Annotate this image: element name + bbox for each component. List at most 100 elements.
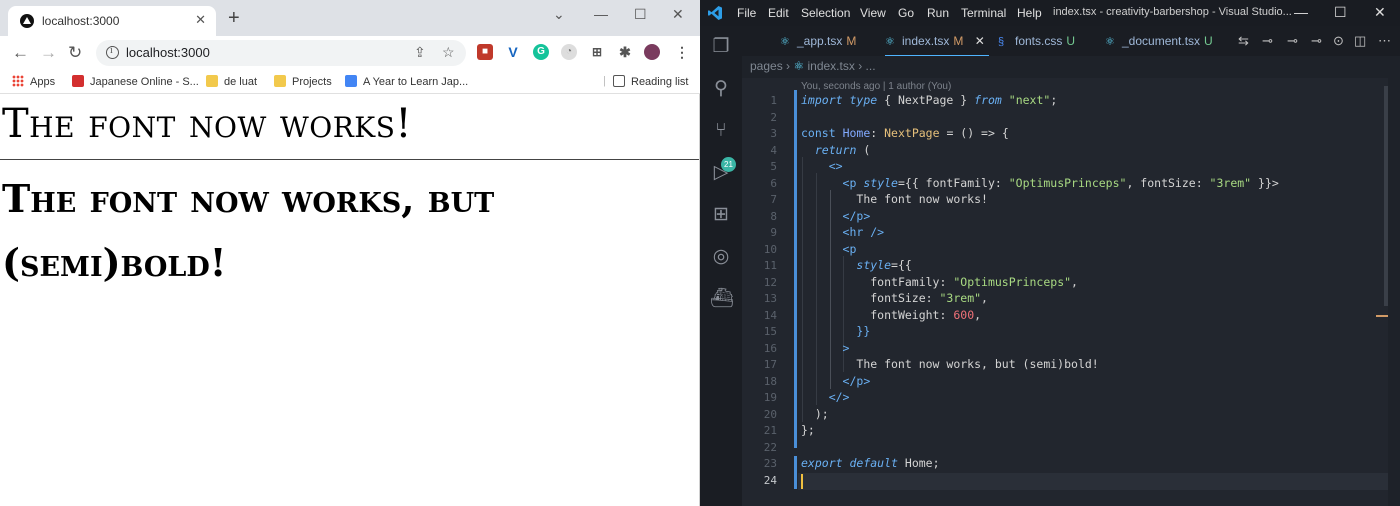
extensions-puzzle-icon[interactable]: ✱ xyxy=(617,44,633,60)
menu-terminal[interactable]: Terminal xyxy=(961,6,1006,20)
code-line: fontSize: "3rem", xyxy=(870,291,988,305)
compare-changes-icon[interactable]: ⇆ xyxy=(1238,33,1249,49)
menu-selection[interactable]: Selection xyxy=(801,6,850,20)
breadcrumb-file[interactable]: index.tsx xyxy=(807,59,854,73)
code-line: }} xyxy=(856,324,871,338)
menu-file[interactable]: File xyxy=(737,6,756,20)
activity-bar: ❐ ⚲ ⑂ 21 ▷ ⊞ ◎ ⛴ xyxy=(700,26,742,506)
code-line: <hr /> xyxy=(842,225,885,239)
grammarly-icon[interactable]: G xyxy=(533,44,549,60)
address-bar[interactable]: localhost:3000 ⇪ ☆ xyxy=(96,40,466,66)
bookmark-star-icon[interactable]: ☆ xyxy=(442,44,455,61)
next-change-icon[interactable]: ⊸ xyxy=(1311,33,1322,49)
close-window-button[interactable]: ✕ xyxy=(672,6,684,23)
vscode-window: File Edit Selection View Go Run Terminal… xyxy=(700,0,1400,506)
tab-document-tsx[interactable]: ⚛ _document.tsx U xyxy=(1105,26,1213,56)
reading-list-button[interactable]: Reading list xyxy=(613,75,688,88)
code-line: > xyxy=(842,341,850,355)
breadcrumb-folder[interactable]: pages xyxy=(750,59,783,73)
code-line: style={{ xyxy=(856,258,912,272)
line-number: 18 xyxy=(763,375,777,388)
tab-fonts-css[interactable]: § fonts.css U xyxy=(998,26,1075,56)
bookmark-year-to-learn[interactable]: A Year to Learn Jap... xyxy=(345,75,468,88)
more-actions-icon[interactable]: ⋯ xyxy=(1378,33,1391,49)
apps-grid-icon xyxy=(12,75,24,87)
code-line: fontFamily: "OptimusPrinceps", xyxy=(870,275,1078,289)
code-line: const Home: NextPage = () => { xyxy=(801,126,1009,140)
editor-scrollbar[interactable] xyxy=(1384,86,1388,306)
paragraph-semibold: The font now works, but (semi)bold! xyxy=(2,176,495,285)
docker-icon[interactable]: ⛴ xyxy=(710,288,734,310)
bookmark-apps[interactable]: Apps xyxy=(12,75,55,88)
vscode-logo-icon xyxy=(708,6,722,20)
maximize-button[interactable]: ☐ xyxy=(634,6,647,23)
code-line: ); xyxy=(814,407,829,421)
react-icon: ⚛ xyxy=(1105,36,1115,48)
bookmark-projects[interactable]: Projects xyxy=(274,75,332,88)
extension-grid-icon[interactable]: ⊞ xyxy=(589,44,605,60)
code-line: export default Home; xyxy=(801,456,940,470)
run-debug-icon[interactable]: ▷ xyxy=(710,162,732,184)
codelens-blame[interactable]: You, seconds ago | 1 author (You) xyxy=(801,81,951,92)
text-cursor xyxy=(801,474,803,489)
paragraph-regular: The font now works! xyxy=(2,101,412,147)
code-line: <> xyxy=(828,159,843,173)
timeline-icon[interactable]: ⊸ xyxy=(1262,33,1273,49)
line-number: 10 xyxy=(763,243,777,256)
menu-view[interactable]: View xyxy=(860,6,886,20)
docs-icon xyxy=(345,75,357,87)
nextjs-favicon-icon xyxy=(20,14,34,28)
bookmark-de-luat[interactable]: de luat xyxy=(206,75,257,88)
extension-red-icon[interactable]: ■ xyxy=(477,44,493,60)
forward-arrow-icon[interactable]: → xyxy=(40,43,57,63)
prev-change-icon[interactable]: ⊸ xyxy=(1287,33,1298,49)
site-info-icon[interactable] xyxy=(106,45,119,59)
share-icon[interactable]: ⇪ xyxy=(414,44,426,61)
close-tab-icon[interactable]: ✕ xyxy=(195,12,206,28)
menu-run[interactable]: Run xyxy=(927,6,949,20)
minimize-button[interactable]: — xyxy=(594,6,608,22)
line-number: 2 xyxy=(770,111,777,124)
code-line: import type { NextPage } from "next"; xyxy=(801,93,1058,107)
menu-help[interactable]: Help xyxy=(1017,6,1042,20)
back-arrow-icon[interactable]: ← xyxy=(12,43,29,63)
breadcrumb-symbol[interactable]: ... xyxy=(866,59,876,73)
modified-gutter-marker xyxy=(794,456,797,489)
maximize-button[interactable]: ☐ xyxy=(1334,4,1347,21)
code-line: </> xyxy=(828,390,850,404)
current-line-highlight xyxy=(798,473,1388,490)
new-tab-button[interactable]: + xyxy=(228,8,240,28)
browser-menu-icon[interactable]: ⋮ xyxy=(674,44,690,60)
folder-icon xyxy=(206,75,218,87)
explorer-files-icon[interactable]: ❐ xyxy=(710,36,732,58)
search-icon[interactable]: ⚲ xyxy=(710,78,732,100)
close-window-button[interactable]: ✕ xyxy=(1374,4,1386,21)
git-graph-icon[interactable]: ◎ xyxy=(710,246,732,268)
minimize-button[interactable]: — xyxy=(1294,4,1308,20)
browser-tab[interactable]: localhost:3000 ✕ xyxy=(8,6,216,36)
extension-face-icon[interactable]: ◔ xyxy=(561,44,577,60)
open-preview-icon[interactable]: ⊙ xyxy=(1333,33,1344,49)
tab-index-tsx[interactable]: ⚛ index.tsx M ✕ xyxy=(885,26,989,56)
breadcrumb[interactable]: pages › ⚛ index.tsx › ... xyxy=(750,59,876,73)
source-control-icon[interactable]: ⑂ xyxy=(710,120,732,142)
profile-avatar[interactable] xyxy=(644,44,660,60)
chevron-down-icon[interactable]: ⌄ xyxy=(553,6,565,23)
line-number: 14 xyxy=(763,309,777,322)
extension-v-icon[interactable]: V xyxy=(505,44,521,60)
split-editor-icon[interactable]: ◫ xyxy=(1354,33,1366,49)
line-number: 21 xyxy=(763,424,777,437)
css-icon: § xyxy=(998,36,1005,48)
bookmark-japanese-online[interactable]: Japanese Online - S... xyxy=(72,75,199,88)
extensions-icon[interactable]: ⊞ xyxy=(710,204,732,226)
code-editor[interactable]: You, seconds ago | 1 author (You) 1 2 3 … xyxy=(742,78,1388,506)
tab-app-tsx[interactable]: ⚛ _app.tsx M xyxy=(780,26,856,56)
line-number: 1 xyxy=(770,94,777,107)
reload-icon[interactable]: ↻ xyxy=(68,43,82,63)
menu-go[interactable]: Go xyxy=(898,6,914,20)
line-number: 19 xyxy=(763,391,777,404)
close-tab-icon[interactable]: ✕ xyxy=(975,34,985,48)
url-text[interactable]: localhost:3000 xyxy=(126,45,210,60)
menu-edit[interactable]: Edit xyxy=(768,6,789,20)
bookmarks-bar: Apps Japanese Online - S... de luat Proj… xyxy=(0,70,700,94)
